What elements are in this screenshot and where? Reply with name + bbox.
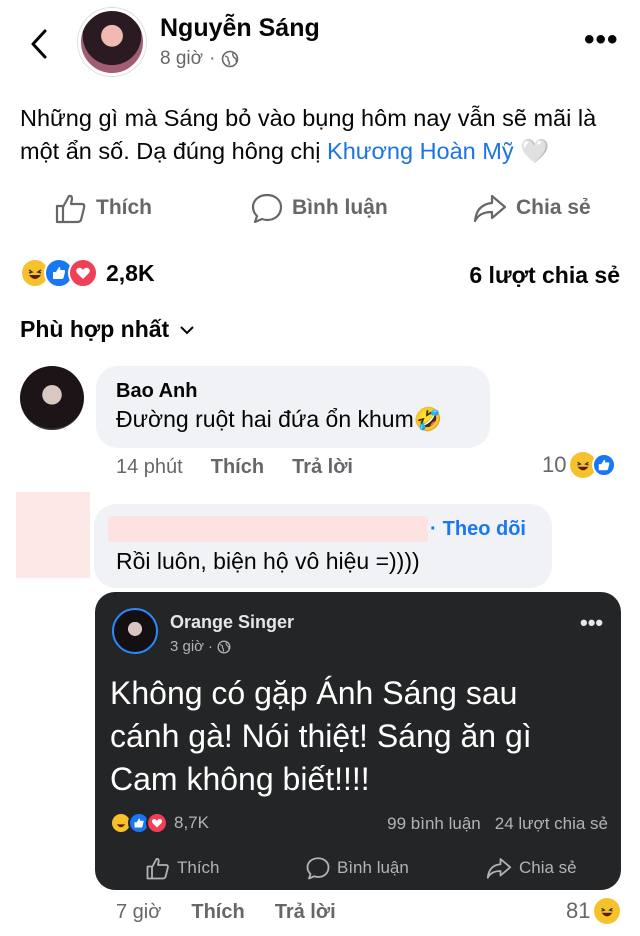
comment-bubble-icon [306,857,330,880]
comment-reaction-count[interactable]: 10 [542,452,617,478]
more-options-button[interactable]: ••• [584,25,619,55]
reactions-summary[interactable]: 2,8K [20,258,155,288]
share-arrow-icon [473,194,507,223]
like-reaction-icon [592,453,617,477]
thumbs-up-icon [55,194,86,224]
embedded-meta-separator: · [208,638,214,655]
embedded-share-label: Chia sẻ [485,856,577,880]
comment-text: Rồi luôn, biện hộ vô hiệu =)))) [116,548,420,574]
comment-bubble-icon [251,193,283,224]
love-reaction-icon [68,258,98,288]
comment-time: 14 phút [116,456,183,478]
share-arrow-icon [486,858,512,879]
comment-time: 7 giờ [116,901,162,923]
heart-emoji: 🤍 [520,138,550,164]
post-time: 8 giờ [160,48,204,69]
commenter-name-redacted [108,516,428,542]
embedded-like-text: Thích [177,858,220,877]
comment-sort-dropdown[interactable]: Phù hợp nhất [20,316,195,343]
embedded-like-label: Thích [145,856,220,880]
comment-label: Bình luận [292,196,388,219]
follow-label: Theo dõi [442,518,526,540]
commenter-name[interactable]: Bao Anh [116,380,197,403]
share-count[interactable]: 6 lượt chia sẻ [469,262,620,289]
share-button[interactable]: Chia sẻ [472,192,591,224]
post-text: Những gì mà Sáng bỏ vào bụng hôm nay vẫn… [20,102,620,168]
globe-icon [222,50,239,68]
embedded-more-icon: ••• [580,610,604,635]
embedded-comment-label: Bình luận [305,856,409,880]
love-reaction-icon [146,812,168,834]
sort-label: Phù hợp nhất [20,316,170,342]
comment-like-button[interactable]: Thích [191,901,244,924]
embedded-share-count: 24 lượt chia sẻ [494,814,608,833]
embedded-post-meta: 3 giờ · [170,638,231,655]
like-label: Thích [96,196,152,219]
comment-like-button[interactable]: Thích [211,456,264,479]
meta-separator: · [209,48,216,69]
embedded-comment-text: Bình luận [337,858,409,877]
back-button[interactable] [22,24,56,64]
share-label: Chia sẻ [516,196,591,219]
comment-meta: 14 phút Thích Trả lời [116,456,353,479]
comment-reply-button[interactable]: Trả lời [292,456,353,479]
comment-meta: 7 giờ Thích Trả lời [116,901,336,924]
globe-icon [217,640,231,653]
post-meta: 8 giờ · [160,48,239,70]
comment-likes-number: 10 [542,452,567,477]
author-avatar[interactable] [78,8,146,76]
comment-button[interactable]: Bình luận [250,192,388,224]
commenter-avatar[interactable] [20,366,84,430]
embedded-comment-count: 99 bình luận [387,814,481,833]
embedded-reactions: 8,7K [110,812,209,834]
embedded-stats: 99 bình luận 24 lượt chia sẻ [387,814,608,834]
like-button[interactable]: Thích [54,192,152,224]
commenter-avatar-redacted [16,492,90,578]
post-author-name[interactable]: Nguyễn Sáng [160,14,320,43]
embedded-author-name: Orange Singer [170,612,295,632]
embedded-reaction-count: 8,7K [174,813,209,832]
comment-reaction-count[interactable]: 81 [566,898,621,924]
comment-reply-button[interactable]: Trả lời [275,901,336,924]
embedded-share-text: Chia sẻ [519,858,577,877]
follow-button[interactable]: · Theo dõi [430,518,526,541]
comment-likes-number: 81 [566,898,591,923]
follow-separator: · [430,518,437,540]
embedded-post-text: Không có gặp Ánh Sáng sau cánh gà! Nói t… [110,675,532,797]
embedded-author-avatar [112,608,158,654]
chevron-left-icon [31,29,47,59]
mention-link[interactable]: Khương Hoàn Mỹ [327,138,514,164]
thumbs-up-icon [146,857,169,880]
haha-reaction-icon [594,898,621,924]
reaction-count: 2,8K [106,259,155,286]
chevron-down-icon [180,325,194,334]
embedded-post-time: 3 giờ [170,638,205,655]
comment-text: Đường ruột hai đứa ổn khum🤣 [116,406,443,432]
